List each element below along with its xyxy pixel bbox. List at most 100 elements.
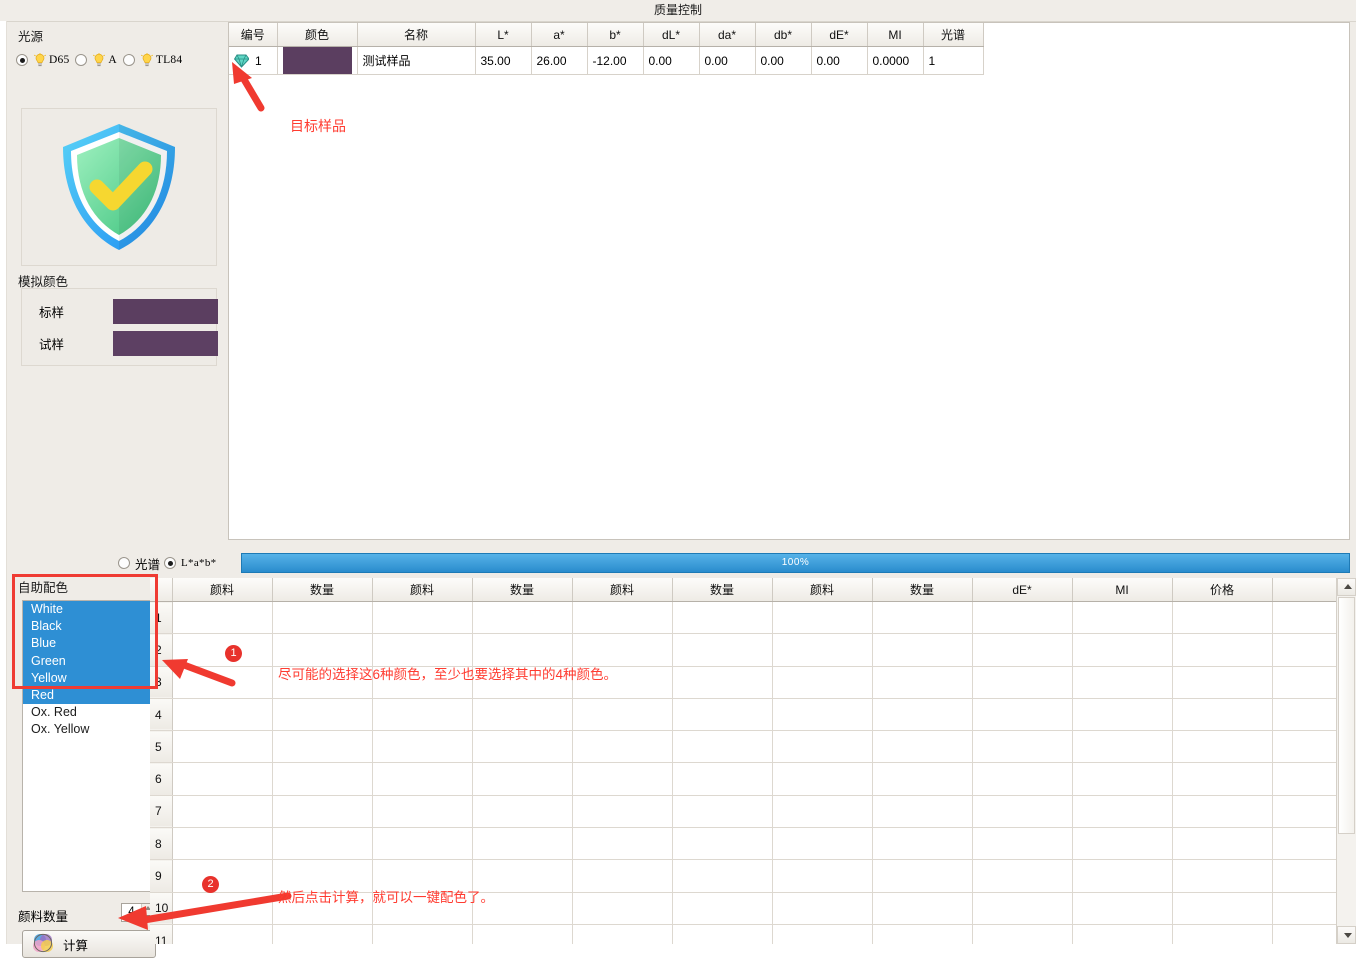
cell[interactable] bbox=[672, 892, 772, 924]
table-row[interactable]: 2 bbox=[150, 634, 1336, 666]
col-header-b[interactable]: b* bbox=[587, 23, 643, 47]
list-item[interactable]: White bbox=[23, 601, 155, 618]
cell[interactable] bbox=[972, 634, 1072, 666]
col-header-amount-3[interactable]: 数量 bbox=[672, 578, 772, 602]
cell[interactable] bbox=[172, 795, 272, 827]
cell[interactable] bbox=[472, 763, 572, 795]
row-header[interactable]: 1 bbox=[150, 602, 172, 634]
list-item[interactable]: Red bbox=[23, 687, 155, 704]
cell[interactable] bbox=[872, 602, 972, 634]
cell[interactable] bbox=[272, 602, 372, 634]
cell[interactable] bbox=[272, 698, 372, 730]
col-header-colorant-4[interactable]: 颜料 bbox=[772, 578, 872, 602]
row-header[interactable]: 2 bbox=[150, 634, 172, 666]
table-row[interactable]: 5 bbox=[150, 731, 1336, 763]
radio-tl84[interactable] bbox=[123, 54, 135, 66]
cell[interactable] bbox=[572, 924, 672, 944]
col-header-amount-4[interactable]: 数量 bbox=[872, 578, 972, 602]
scrollbar-thumb[interactable] bbox=[1338, 597, 1355, 834]
table-row[interactable]: 11 bbox=[150, 924, 1336, 944]
cell-l[interactable]: 35.00 bbox=[475, 47, 531, 75]
col-header-spectrum[interactable]: 光谱 bbox=[923, 23, 983, 47]
cell[interactable] bbox=[472, 731, 572, 763]
cell[interactable] bbox=[572, 763, 672, 795]
cell[interactable] bbox=[672, 634, 772, 666]
cell[interactable] bbox=[372, 763, 472, 795]
cell[interactable] bbox=[572, 698, 672, 730]
cell[interactable] bbox=[572, 602, 672, 634]
cell-id[interactable]: 1 bbox=[229, 47, 277, 75]
cell[interactable] bbox=[1172, 924, 1272, 944]
cell[interactable] bbox=[872, 666, 972, 698]
list-item[interactable]: Black bbox=[23, 618, 155, 635]
radio-a[interactable] bbox=[75, 54, 87, 66]
table-row[interactable]: 1 bbox=[150, 602, 1336, 634]
cell[interactable] bbox=[472, 924, 572, 944]
cell[interactable] bbox=[172, 892, 272, 924]
col-header-mi[interactable]: MI bbox=[867, 23, 923, 47]
cell[interactable] bbox=[1172, 763, 1272, 795]
cell[interactable] bbox=[572, 892, 672, 924]
cell[interactable] bbox=[172, 924, 272, 944]
cell-a[interactable]: 26.00 bbox=[531, 47, 587, 75]
cell[interactable] bbox=[172, 666, 272, 698]
cell[interactable] bbox=[172, 763, 272, 795]
row-header[interactable]: 5 bbox=[150, 731, 172, 763]
cell[interactable] bbox=[672, 924, 772, 944]
cell[interactable] bbox=[672, 602, 772, 634]
cell[interactable] bbox=[1172, 602, 1272, 634]
cell[interactable] bbox=[1172, 795, 1272, 827]
cell[interactable] bbox=[672, 860, 772, 892]
cell[interactable] bbox=[572, 634, 672, 666]
cell[interactable] bbox=[372, 795, 472, 827]
cell[interactable] bbox=[272, 763, 372, 795]
cell[interactable] bbox=[972, 860, 1072, 892]
cell[interactable] bbox=[572, 731, 672, 763]
cell[interactable] bbox=[1072, 828, 1172, 860]
cell[interactable] bbox=[872, 795, 972, 827]
colorant-list[interactable]: White Black Blue Green Yellow Red Ox. Re… bbox=[22, 600, 156, 892]
cell[interactable] bbox=[772, 634, 872, 666]
col-header-de[interactable]: dE* bbox=[811, 23, 867, 47]
col-header-dl[interactable]: dL* bbox=[643, 23, 699, 47]
col-header-amount-2[interactable]: 数量 bbox=[472, 578, 572, 602]
cell[interactable] bbox=[172, 634, 272, 666]
cell-dl[interactable]: 0.00 bbox=[643, 47, 699, 75]
cell[interactable] bbox=[772, 860, 872, 892]
cell[interactable] bbox=[872, 860, 972, 892]
cell[interactable] bbox=[672, 795, 772, 827]
cell[interactable] bbox=[372, 602, 472, 634]
scroll-up-icon[interactable] bbox=[1337, 578, 1356, 596]
list-item[interactable]: Yellow bbox=[23, 670, 155, 687]
cell[interactable] bbox=[772, 731, 872, 763]
cell[interactable] bbox=[672, 763, 772, 795]
cell[interactable] bbox=[672, 698, 772, 730]
cell[interactable] bbox=[972, 828, 1072, 860]
cell[interactable] bbox=[872, 892, 972, 924]
cell[interactable] bbox=[272, 634, 372, 666]
cell-b[interactable]: -12.00 bbox=[587, 47, 643, 75]
col-header-price[interactable]: 价格 bbox=[1172, 578, 1272, 602]
table-row[interactable]: 8 bbox=[150, 828, 1336, 860]
cell[interactable] bbox=[1172, 892, 1272, 924]
cell[interactable] bbox=[472, 698, 572, 730]
cell[interactable] bbox=[372, 634, 472, 666]
cell[interactable] bbox=[172, 602, 272, 634]
cell[interactable] bbox=[372, 731, 472, 763]
row-header[interactable]: 11 bbox=[150, 924, 172, 944]
col-header-l[interactable]: L* bbox=[475, 23, 531, 47]
cell[interactable] bbox=[1072, 666, 1172, 698]
list-item[interactable]: Green bbox=[23, 653, 155, 670]
cell[interactable] bbox=[372, 698, 472, 730]
col-header-colorant-1[interactable]: 颜料 bbox=[172, 578, 272, 602]
cell[interactable] bbox=[672, 731, 772, 763]
cell[interactable] bbox=[172, 698, 272, 730]
list-item[interactable]: Ox. Red bbox=[23, 704, 155, 721]
cell[interactable] bbox=[272, 828, 372, 860]
row-header[interactable]: 7 bbox=[150, 795, 172, 827]
cell[interactable] bbox=[1172, 860, 1272, 892]
row-header[interactable]: 8 bbox=[150, 828, 172, 860]
cell[interactable] bbox=[972, 924, 1072, 944]
radio-spectrum[interactable] bbox=[118, 557, 130, 569]
cell[interactable] bbox=[972, 795, 1072, 827]
